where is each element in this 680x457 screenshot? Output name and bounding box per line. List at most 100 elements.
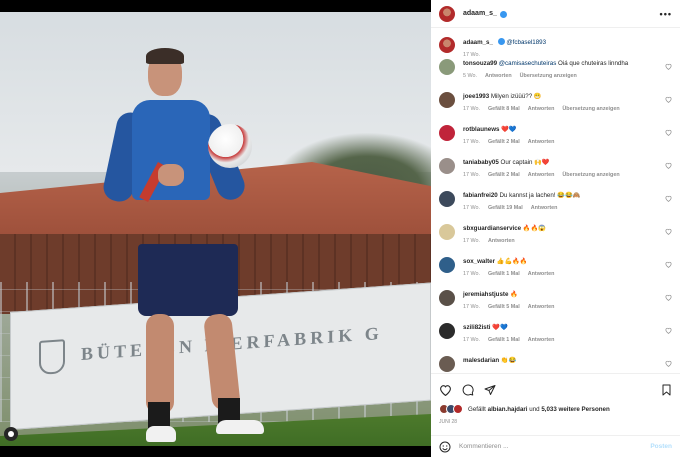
commenter-avatar[interactable] bbox=[439, 191, 455, 207]
comment-likes-count[interactable]: Gefällt 1 Mal bbox=[488, 271, 520, 277]
comment-likes-count[interactable]: Gefällt 19 Mal bbox=[488, 205, 523, 211]
verified-badge-icon bbox=[499, 11, 507, 18]
like-comment-heart-icon[interactable] bbox=[665, 96, 672, 103]
share-paper-plane-icon[interactable] bbox=[484, 384, 496, 396]
commenter-username[interactable]: fabianfrei20 bbox=[463, 192, 498, 199]
comment-meta: 17 Wo. Gefällt 1 Mal Antworten bbox=[463, 271, 663, 277]
comment-likes-count[interactable]: Gefällt 5 Mal bbox=[488, 304, 520, 310]
reply-button[interactable]: Antworten bbox=[528, 139, 555, 145]
comment-time[interactable]: 17 Wo. bbox=[463, 172, 480, 178]
comment-item: rotblaunews ❤️💙 17 Wo. Gefällt 2 Mal Antwor… bbox=[431, 125, 680, 158]
comment-text: Oiá que chuteiras linndha bbox=[558, 60, 629, 67]
commenter-username[interactable]: tonsouza99 bbox=[463, 60, 497, 67]
like-comment-heart-icon[interactable] bbox=[665, 261, 672, 268]
comment-mention-link[interactable]: @camisasechuteiras bbox=[499, 60, 557, 67]
commenter-avatar[interactable] bbox=[439, 323, 455, 339]
commenter-username[interactable]: sbxguardianservice bbox=[463, 225, 521, 232]
comment-time[interactable]: 17 Wo. bbox=[463, 271, 480, 277]
author-avatar[interactable] bbox=[439, 5, 455, 22]
comment-likes-count[interactable]: Gefällt 1 Mal bbox=[488, 337, 520, 343]
reply-button[interactable]: Antworten bbox=[528, 304, 555, 310]
comment-time[interactable]: 17 Wo. bbox=[463, 205, 480, 211]
comment-time[interactable]: 17 Wo. bbox=[463, 106, 480, 112]
comment-likes-count[interactable]: Gefällt 2 Mal bbox=[488, 139, 520, 145]
commenter-username[interactable]: jeremiahstjuste bbox=[463, 291, 508, 298]
action-bar bbox=[431, 374, 680, 402]
comment-meta: 17 Wo. Gefällt 2 Mal Antworten bbox=[463, 139, 663, 145]
caption-time[interactable]: 17 Wo. bbox=[463, 52, 480, 58]
commenter-username[interactable]: szili82isti bbox=[463, 324, 491, 331]
commenter-username[interactable]: taniababy05 bbox=[463, 159, 499, 166]
comment-bubble-icon[interactable] bbox=[462, 384, 474, 396]
commenter-username[interactable]: rotblaunews bbox=[463, 126, 499, 133]
more-options-button[interactable]: ••• bbox=[660, 9, 672, 19]
comment-item: joee1993 Milyen izüüü?? 😁 17 Wo. Gefällt 8… bbox=[431, 92, 680, 125]
comment-time[interactable]: 17 Wo. bbox=[463, 337, 480, 343]
caption-username[interactable]: adaam_s_ bbox=[463, 39, 493, 46]
reply-button[interactable]: Antworten bbox=[528, 337, 555, 343]
likes-count-link[interactable]: 5,033 weitere Personen bbox=[541, 406, 609, 413]
reply-button[interactable]: Antworten bbox=[485, 73, 512, 79]
show-translation-button[interactable]: Übersetzung anzeigen bbox=[520, 73, 577, 79]
comment-text: 👏😂 bbox=[500, 357, 517, 364]
commenter-avatar[interactable] bbox=[439, 257, 455, 273]
comments-list[interactable]: adaam_s_ @fcbasel1893 17 Wo. tonsouza99 … bbox=[431, 29, 680, 373]
like-comment-heart-icon[interactable] bbox=[665, 360, 672, 367]
comment-time[interactable]: 17 Wo. bbox=[463, 238, 480, 244]
comment-meta: 17 Wo. Gefällt 8 Mal Antworten Übersetzung … bbox=[463, 106, 663, 112]
reply-button[interactable]: Antworten bbox=[531, 205, 558, 211]
post-media[interactable]: BÜTENEN PIERFABRIK G bbox=[0, 0, 431, 457]
liker-avatars[interactable] bbox=[439, 404, 463, 414]
commenter-username[interactable]: joee1993 bbox=[463, 93, 489, 100]
comment-time[interactable]: 17 Wo. bbox=[463, 139, 480, 145]
likes-text[interactable]: Gefällt albian.hajdari und 5,033 weitere… bbox=[468, 406, 610, 413]
author-username[interactable]: adaam_s_ bbox=[463, 10, 497, 17]
caption-author-avatar[interactable] bbox=[439, 37, 455, 53]
comment-likes-count[interactable]: Gefällt 8 Mal bbox=[488, 106, 520, 112]
show-translation-button[interactable]: Übersetzung anzeigen bbox=[562, 172, 619, 178]
caption-mention-link[interactable]: @fcbasel1893 bbox=[506, 39, 546, 46]
reply-button[interactable]: Antworten bbox=[528, 172, 555, 178]
like-comment-heart-icon[interactable] bbox=[665, 294, 672, 301]
verified-badge-icon bbox=[497, 38, 505, 45]
like-comment-heart-icon[interactable] bbox=[665, 162, 672, 169]
player-shorts bbox=[138, 244, 238, 316]
like-comment-heart-icon[interactable] bbox=[665, 327, 672, 334]
comment-time[interactable]: 17 Wo. bbox=[463, 304, 480, 310]
post-photo[interactable]: BÜTENEN PIERFABRIK G bbox=[0, 12, 431, 446]
like-comment-heart-icon[interactable] bbox=[665, 129, 672, 136]
post-comment-button[interactable]: Posten bbox=[650, 443, 672, 450]
comment-meta: 17 Wo. Gefällt 5 Mal Antworten bbox=[463, 304, 663, 310]
banner-emblem bbox=[39, 339, 65, 375]
comment-likes-count[interactable]: Gefällt 2 Mal bbox=[488, 172, 520, 178]
player-hair bbox=[146, 48, 184, 64]
comment-time[interactable]: 5 Wo. bbox=[463, 73, 477, 79]
emoji-icon[interactable] bbox=[439, 441, 451, 453]
comment-input[interactable] bbox=[459, 443, 639, 450]
like-comment-heart-icon[interactable] bbox=[665, 195, 672, 202]
like-comment-heart-icon[interactable] bbox=[665, 63, 672, 70]
commenter-avatar[interactable] bbox=[439, 92, 455, 108]
commenter-username[interactable]: sox_walter bbox=[463, 258, 495, 265]
like-comment-heart-icon[interactable] bbox=[665, 228, 672, 235]
commenter-username[interactable]: malesdarian bbox=[463, 357, 499, 364]
commenter-avatar[interactable] bbox=[439, 290, 455, 306]
likes-prefix: Gefällt bbox=[468, 405, 486, 413]
user-tags-icon[interactable] bbox=[4, 427, 18, 441]
comment-text: 🔥 bbox=[510, 291, 518, 298]
commenter-avatar[interactable] bbox=[439, 158, 455, 174]
liked-by-user-link[interactable]: albian.hajdari bbox=[488, 406, 528, 413]
reply-button[interactable]: Antworten bbox=[488, 238, 515, 244]
show-translation-button[interactable]: Übersetzung anzeigen bbox=[562, 106, 619, 112]
commenter-avatar[interactable] bbox=[439, 356, 455, 372]
save-bookmark-icon[interactable] bbox=[661, 384, 672, 396]
reply-button[interactable]: Antworten bbox=[528, 106, 555, 112]
commenter-avatar[interactable] bbox=[439, 224, 455, 240]
commenter-avatar[interactable] bbox=[439, 59, 455, 75]
like-heart-icon[interactable] bbox=[439, 384, 452, 396]
post-date[interactable]: JUNI 28 bbox=[431, 416, 680, 430]
comment-item: szili82isti ❤️💙 17 Wo. Gefällt 1 Mal Antwor… bbox=[431, 323, 680, 356]
reply-button[interactable]: Antworten bbox=[528, 271, 555, 277]
comment-meta: 5 Wo. Antworten Übersetzung anzeigen bbox=[463, 73, 663, 79]
commenter-avatar[interactable] bbox=[439, 125, 455, 141]
